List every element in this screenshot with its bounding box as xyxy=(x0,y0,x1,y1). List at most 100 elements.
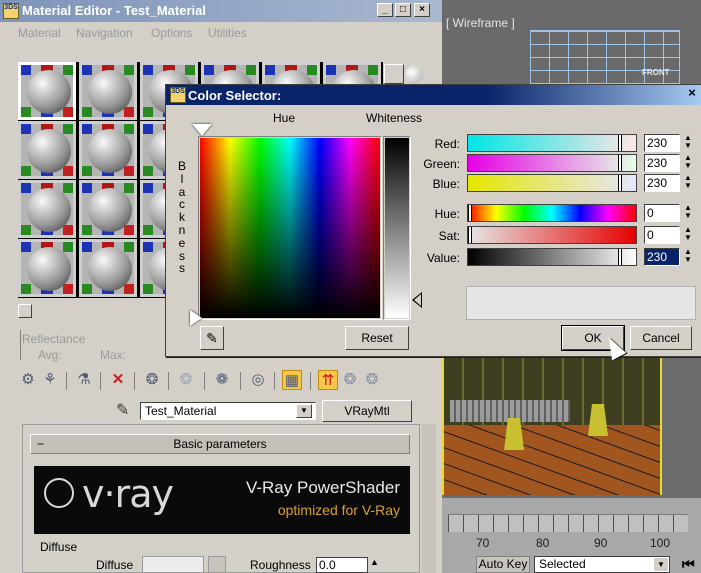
make-unique-icon[interactable]: ❂ xyxy=(142,370,162,390)
maximize-button[interactable]: □ xyxy=(395,3,411,17)
assign-material-icon[interactable]: ⚗ xyxy=(74,370,94,390)
hue-slider[interactable] xyxy=(467,204,637,222)
blue-spinner[interactable]: ▲ ▼ xyxy=(682,174,694,192)
sat-slider-thumb[interactable] xyxy=(468,227,472,243)
green-label: Green: xyxy=(423,157,460,171)
material-type-button[interactable]: VRayMtl xyxy=(322,400,412,422)
menu-options[interactable]: Options xyxy=(151,26,192,40)
blackness-label: Blackness xyxy=(176,160,188,275)
app-icon: 3DS xyxy=(3,3,19,19)
reset-map-icon[interactable]: ✕ xyxy=(108,370,128,390)
go-to-start-icon[interactable]: ⏮ xyxy=(682,556,695,573)
auto-key-button[interactable]: Auto Key xyxy=(476,556,530,573)
blackness-letter: l xyxy=(180,171,184,186)
viewport-label[interactable]: [ Wireframe ] xyxy=(446,16,515,30)
sat-slider[interactable] xyxy=(467,226,637,244)
show-end-result-icon[interactable]: ▦ xyxy=(282,370,302,390)
vray-banner-subtitle: optimized for V-Ray xyxy=(277,502,400,518)
chevron-down-icon[interactable]: ▼ xyxy=(654,558,668,571)
red-input[interactable]: 230 xyxy=(644,134,680,152)
roughness-input[interactable]: 0.0 xyxy=(316,557,368,573)
material-slot[interactable] xyxy=(18,180,76,238)
pick-material-icon[interactable]: ❂ xyxy=(362,370,382,390)
roughness-spinner[interactable]: ▲ xyxy=(370,557,379,567)
material-slot[interactable] xyxy=(79,180,137,238)
diffuse-color-swatch[interactable] xyxy=(142,556,204,573)
diffuse-map-button[interactable] xyxy=(208,556,226,573)
blue-slider[interactable] xyxy=(467,174,637,192)
green-input[interactable]: 230 xyxy=(644,154,680,172)
green-spinner[interactable]: ▲ ▼ xyxy=(682,154,694,172)
chevron-down-icon[interactable]: ▼ xyxy=(296,404,312,418)
menu-utilities[interactable]: Utilities xyxy=(208,26,247,40)
close-icon[interactable]: × xyxy=(684,86,700,100)
red-label: Red: xyxy=(434,137,460,151)
close-button[interactable]: × xyxy=(414,3,430,17)
sphere-icon[interactable] xyxy=(405,66,423,84)
material-slot[interactable] xyxy=(18,121,76,179)
menu-navigation[interactable]: Navigation xyxy=(76,26,133,40)
sample-type-button[interactable] xyxy=(384,64,404,84)
whiteness-marker-inner xyxy=(414,294,421,306)
sat-spinner[interactable]: ▲ ▼ xyxy=(682,226,694,244)
green-slider[interactable] xyxy=(467,154,637,172)
scroll-left-button[interactable] xyxy=(18,304,32,318)
timeline-ruler[interactable] xyxy=(448,514,688,532)
red-slider-thumb[interactable] xyxy=(618,135,622,151)
red-spinner[interactable]: ▲ ▼ xyxy=(682,134,694,152)
front-label: FRONT xyxy=(642,68,670,77)
blue-slider-thumb[interactable] xyxy=(618,175,622,191)
tick-label: 100 xyxy=(650,536,671,550)
cancel-button[interactable]: Cancel xyxy=(630,326,692,350)
eyedropper-icon[interactable]: ✎ xyxy=(116,400,129,420)
sphere-icon xyxy=(27,188,71,232)
value-slider[interactable] xyxy=(467,248,637,266)
go-forward-sibling-icon[interactable]: ❂ xyxy=(340,370,360,390)
material-slot[interactable] xyxy=(18,62,76,120)
put-to-scene-icon[interactable]: ⚘ xyxy=(40,370,60,390)
hue-blackness-field[interactable] xyxy=(200,138,380,318)
put-to-library-icon[interactable]: ❂ xyxy=(176,370,196,390)
material-name-input[interactable]: Test_Material xyxy=(140,402,316,420)
avg-label: Avg: xyxy=(38,348,62,362)
key-filter-select[interactable]: Selected xyxy=(534,556,670,573)
hue-marker[interactable] xyxy=(192,124,212,136)
app-icon: 3DS xyxy=(170,87,186,103)
toolbar-separator xyxy=(310,372,311,390)
value-slider-thumb[interactable] xyxy=(618,249,622,265)
reset-button[interactable]: Reset xyxy=(345,326,409,350)
get-material-icon[interactable]: ⚙ xyxy=(18,370,38,390)
color-selector-titlebar[interactable]: 3DS Color Selector: xyxy=(166,85,701,105)
sat-input[interactable]: 0 xyxy=(644,226,680,244)
minimize-button[interactable]: _ xyxy=(377,3,393,17)
hue-spinner[interactable]: ▲ ▼ xyxy=(682,204,694,222)
material-slot[interactable] xyxy=(18,239,76,297)
sphere-icon xyxy=(88,70,132,114)
hue-label: Hue xyxy=(272,111,295,125)
hue-slider-thumb[interactable] xyxy=(468,205,472,221)
eyedropper-icon[interactable]: ✎ xyxy=(200,326,224,350)
menu-material[interactable]: Material xyxy=(18,26,61,40)
roughness-label: Roughness xyxy=(250,558,311,572)
rollout-scrollbar[interactable] xyxy=(422,424,436,573)
tick-label: 90 xyxy=(594,536,608,550)
hue-input[interactable]: 0 xyxy=(644,204,680,222)
material-editor-titlebar[interactable]: 3DS Material Editor - Test_Material _ □ … xyxy=(0,0,442,22)
material-id-icon[interactable]: ❁ xyxy=(212,370,232,390)
material-slot[interactable] xyxy=(79,239,137,297)
whiteness-label: Whiteness xyxy=(366,111,423,125)
toolbar-separator xyxy=(240,372,241,390)
material-editor-title: Material Editor - Test_Material xyxy=(22,3,206,18)
material-slot[interactable] xyxy=(79,121,137,179)
material-slot[interactable] xyxy=(79,62,137,120)
blue-input[interactable]: 230 xyxy=(644,174,680,192)
go-to-parent-icon[interactable]: ⇈ xyxy=(318,370,338,390)
show-map-icon[interactable]: ◎ xyxy=(248,370,268,390)
red-slider[interactable] xyxy=(467,134,637,152)
value-input[interactable]: 230 xyxy=(644,248,680,266)
blackness-marker[interactable] xyxy=(190,310,202,326)
green-slider-thumb[interactable] xyxy=(618,155,622,171)
basic-parameters-header[interactable]: − Basic parameters xyxy=(30,434,410,454)
value-spinner[interactable]: ▲ ▼ xyxy=(682,248,694,266)
color-selector-title: Color Selector: xyxy=(188,88,282,103)
